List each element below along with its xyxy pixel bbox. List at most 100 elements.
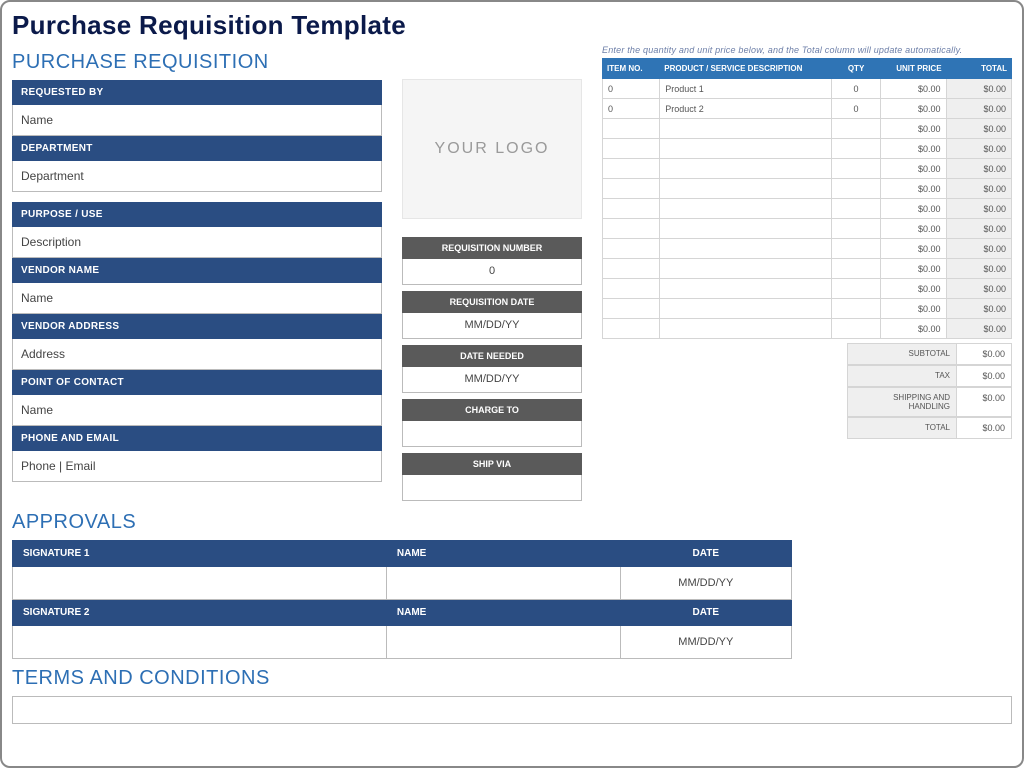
desc-cell[interactable]	[660, 219, 832, 239]
req-date-field[interactable]: MM/DD/YY	[402, 313, 582, 339]
poc-label: POINT OF CONTACT	[12, 370, 382, 395]
qty-cell[interactable]	[832, 219, 881, 239]
sig1-field[interactable]	[13, 567, 387, 600]
unit-cell[interactable]: $0.00	[881, 139, 946, 159]
unit-cell[interactable]: $0.00	[881, 119, 946, 139]
total-cell: $0.00	[946, 259, 1011, 279]
name1-field[interactable]	[386, 567, 620, 600]
qty-cell[interactable]	[832, 199, 881, 219]
qty-cell[interactable]	[832, 319, 881, 339]
name2-label: NAME	[386, 600, 620, 626]
right-column: Enter the quantity and unit price below,…	[602, 45, 1012, 439]
desc-cell[interactable]	[660, 139, 832, 159]
item-no-cell[interactable]	[603, 219, 660, 239]
qty-cell[interactable]	[832, 119, 881, 139]
unit-cell[interactable]: $0.00	[881, 99, 946, 119]
desc-cell[interactable]	[660, 199, 832, 219]
department-field[interactable]: Department	[12, 161, 382, 192]
total-cell: $0.00	[946, 239, 1011, 259]
middle-column: YOUR LOGO REQUISITION NUMBER 0 REQUISITI…	[392, 45, 592, 501]
total-label: TOTAL	[847, 417, 957, 439]
qty-cell[interactable]	[832, 239, 881, 259]
requested-by-field[interactable]: Name	[12, 105, 382, 136]
charge-to-field[interactable]	[402, 421, 582, 447]
unit-cell[interactable]: $0.00	[881, 319, 946, 339]
item-no-cell[interactable]	[603, 279, 660, 299]
desc-cell[interactable]	[660, 259, 832, 279]
qty-cell[interactable]	[832, 279, 881, 299]
desc-cell[interactable]	[660, 239, 832, 259]
unit-cell[interactable]: $0.00	[881, 199, 946, 219]
total-cell: $0.00	[946, 199, 1011, 219]
item-no-cell[interactable]: 0	[603, 99, 660, 119]
table-row: $0.00$0.00	[603, 219, 1012, 239]
logo-placeholder[interactable]: YOUR LOGO	[402, 79, 582, 219]
item-no-cell[interactable]	[603, 159, 660, 179]
page-title: Purchase Requisition Template	[12, 10, 1012, 41]
page: Purchase Requisition Template PURCHASE R…	[0, 0, 1024, 768]
purpose-label: PURPOSE / USE	[12, 202, 382, 227]
qty-cell[interactable]: 0	[832, 79, 881, 99]
item-no-cell[interactable]	[603, 239, 660, 259]
phone-email-field[interactable]: Phone | Email	[12, 451, 382, 482]
top-row: PURCHASE REQUISITION REQUESTED BY Name D…	[12, 45, 1012, 501]
subtotal-label: SUBTOTAL	[847, 343, 957, 365]
qty-cell[interactable]	[832, 259, 881, 279]
vendor-address-field[interactable]: Address	[12, 339, 382, 370]
item-no-cell[interactable]	[603, 199, 660, 219]
item-no-cell[interactable]	[603, 319, 660, 339]
unit-cell[interactable]: $0.00	[881, 219, 946, 239]
unit-cell[interactable]: $0.00	[881, 159, 946, 179]
item-no-cell[interactable]	[603, 259, 660, 279]
item-no-cell[interactable]	[603, 299, 660, 319]
desc-cell[interactable]: Product 2	[660, 99, 832, 119]
desc-cell[interactable]	[660, 179, 832, 199]
qty-cell[interactable]	[832, 179, 881, 199]
item-no-cell[interactable]	[603, 179, 660, 199]
unit-cell[interactable]: $0.00	[881, 179, 946, 199]
date-needed-field[interactable]: MM/DD/YY	[402, 367, 582, 393]
desc-cell[interactable]: Product 1	[660, 79, 832, 99]
qty-cell[interactable]: 0	[832, 99, 881, 119]
poc-field[interactable]: Name	[12, 395, 382, 426]
desc-cell[interactable]	[660, 159, 832, 179]
qty-cell[interactable]	[832, 299, 881, 319]
approvals-section: APPROVALS SIGNATURE 1 NAME DATE MM/DD/YY…	[12, 511, 792, 659]
unit-cell[interactable]: $0.00	[881, 239, 946, 259]
date2-field[interactable]: MM/DD/YY	[620, 626, 791, 659]
terms-field[interactable]	[12, 696, 1012, 724]
desc-cell[interactable]	[660, 119, 832, 139]
totals: SUBTOTAL$0.00 TAX$0.00 SHIPPING AND HAND…	[602, 343, 1012, 439]
qty-cell[interactable]	[832, 159, 881, 179]
date1-field[interactable]: MM/DD/YY	[620, 567, 791, 600]
ship-value[interactable]: $0.00	[957, 387, 1012, 417]
desc-cell[interactable]	[660, 299, 832, 319]
unit-cell[interactable]: $0.00	[881, 259, 946, 279]
terms-section: TERMS AND CONDITIONS	[12, 667, 1012, 724]
total-cell: $0.00	[946, 99, 1011, 119]
item-no-cell[interactable]	[603, 139, 660, 159]
purpose-field[interactable]: Description	[12, 227, 382, 258]
table-row: 0Product 20$0.00$0.00	[603, 99, 1012, 119]
unit-cell[interactable]: $0.00	[881, 299, 946, 319]
sig2-field[interactable]	[13, 626, 387, 659]
req-number-field[interactable]: 0	[402, 259, 582, 285]
approvals-table: SIGNATURE 1 NAME DATE MM/DD/YY SIGNATURE…	[12, 540, 792, 659]
unit-cell[interactable]: $0.00	[881, 279, 946, 299]
table-row: $0.00$0.00	[603, 279, 1012, 299]
desc-cell[interactable]	[660, 319, 832, 339]
item-no-cell[interactable]	[603, 119, 660, 139]
col-total: TOTAL	[946, 59, 1011, 79]
vendor-name-field[interactable]: Name	[12, 283, 382, 314]
col-item-no: ITEM NO.	[603, 59, 660, 79]
item-no-cell[interactable]: 0	[603, 79, 660, 99]
name2-field[interactable]	[386, 626, 620, 659]
sig2-label: SIGNATURE 2	[13, 600, 387, 626]
terms-heading: TERMS AND CONDITIONS	[12, 667, 1012, 690]
tax-value[interactable]: $0.00	[957, 365, 1012, 387]
ship-via-field[interactable]	[402, 475, 582, 501]
ship-via-label: SHIP VIA	[402, 453, 582, 475]
desc-cell[interactable]	[660, 279, 832, 299]
qty-cell[interactable]	[832, 139, 881, 159]
unit-cell[interactable]: $0.00	[881, 79, 946, 99]
